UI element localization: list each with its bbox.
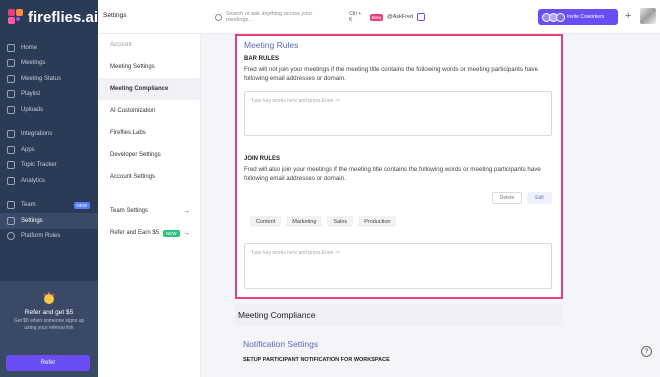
meeting-compliance-header[interactable]: Meeting Compliance — [235, 304, 563, 326]
meeting-rules-title: Meeting Rules — [244, 40, 299, 50]
new-badge: NEW — [163, 229, 180, 237]
nav-label: Meeting Status — [21, 75, 62, 82]
keyword-chip[interactable]: Sales — [327, 216, 354, 227]
arrow-right-icon: → — [183, 229, 190, 237]
nav-item-meetings[interactable]: Meetings — [0, 56, 98, 72]
bar-rules-input[interactable]: Type key words here and press Enter ⏎ — [244, 91, 552, 136]
top-bar: Settings Search or ask anything across y… — [98, 0, 660, 34]
edit-button[interactable]: Edit — [527, 192, 552, 204]
app-name: fireflies.ai — [27, 8, 98, 26]
nav-item-apps[interactable]: Apps — [0, 142, 98, 158]
keyword-chip[interactable]: Content — [250, 216, 282, 227]
refer-button[interactable]: Refer — [6, 355, 90, 371]
new-badge: NEW — [73, 201, 90, 209]
pulse-icon — [7, 74, 15, 83]
nav-label: Apps — [21, 146, 35, 153]
keyword-chip[interactable]: Marketing — [286, 216, 323, 227]
fireflies-logo-icon — [8, 9, 23, 25]
askfred-toggle[interactable] — [417, 13, 425, 21]
refer-label: Refer and Earn $5 — [110, 230, 160, 236]
promo-subtitle: Get $5 when someone signs up using your … — [13, 318, 85, 331]
settings-item-fireflies-labs[interactable]: Fireflies Labs — [98, 122, 200, 144]
gear-icon — [7, 216, 15, 225]
gift-icon — [40, 291, 58, 305]
analytics-icon — [7, 176, 15, 185]
bar-rules-label: BAR RULES — [244, 56, 280, 62]
nav-label: Home — [21, 44, 38, 51]
main-sidebar: fireflies.ai Home Meetings Meeting Statu… — [0, 0, 98, 377]
notification-settings-subtitle: SETUP PARTICIPANT NOTIFICATION FOR WORKS… — [243, 357, 390, 363]
shortcut-hint: Ctrl + K — [349, 11, 362, 23]
settings-item-developer-settings[interactable]: Developer Settings — [98, 144, 200, 166]
nav-label: Playlist — [21, 91, 41, 98]
nav-item-meeting-status[interactable]: Meeting Status — [0, 71, 98, 87]
keyword-chip[interactable]: Production — [358, 216, 397, 227]
nav-item-uploads[interactable]: Uploads — [0, 102, 98, 118]
join-rules-input[interactable]: Type key words here and press Enter ⏎ — [244, 243, 552, 289]
promo-title: Refer and get $5 — [24, 309, 74, 316]
settings-nav-header: Account — [110, 42, 132, 48]
nav-label: Integrations — [21, 131, 53, 138]
arrow-right-icon: → — [183, 207, 190, 215]
meeting-rules-card: Meeting Rules BAR RULES Fred will not jo… — [235, 34, 563, 299]
nav-label: Analytics — [21, 177, 46, 184]
invite-coworkers-button[interactable]: Invite Coworkers — [538, 9, 618, 25]
team-settings-label: Team Settings — [110, 208, 149, 214]
join-rules-description: Fred will also join your meetings if the… — [244, 166, 541, 183]
join-rules-label: JOIN RULES — [244, 156, 281, 162]
delete-button[interactable]: Delete — [492, 192, 522, 204]
app-logo[interactable]: fireflies.ai — [0, 0, 98, 34]
upload-icon — [7, 105, 15, 114]
notification-settings-title: Notification Settings — [243, 339, 319, 349]
search-icon — [215, 13, 222, 21]
main-content: Meeting Rules BAR RULES Fred will not jo… — [201, 34, 660, 377]
nav-label: Uploads — [21, 106, 44, 113]
plus-icon[interactable]: + — [625, 10, 631, 22]
help-icon[interactable]: ? — [641, 346, 652, 357]
nav-label: Team — [21, 202, 36, 209]
settings-nav: Account Meeting Settings Meeting Complia… — [98, 34, 201, 377]
settings-item-meeting-settings[interactable]: Meeting Settings — [98, 56, 200, 78]
video-icon — [7, 59, 15, 68]
settings-item-refer[interactable]: Refer and Earn $5 NEW → — [98, 222, 200, 244]
settings-item-team-settings[interactable]: Team Settings → — [98, 200, 200, 222]
nav-label: Settings — [21, 217, 43, 224]
referral-promo: Refer and get $5 Get $5 when someone sig… — [0, 281, 98, 377]
apps-icon — [7, 145, 15, 154]
info-icon — [7, 232, 15, 241]
team-icon — [7, 201, 15, 210]
nav-item-playlist[interactable]: Playlist — [0, 87, 98, 103]
bar-rules-description: Fred will not join your meetings if the … — [244, 66, 539, 83]
nav-item-topic-tracker[interactable]: Topic Tracker — [0, 158, 98, 174]
nav-item-analytics[interactable]: Analytics — [0, 173, 98, 189]
avatar — [556, 12, 565, 22]
search-placeholder: Search or ask anything across your meeti… — [225, 11, 313, 23]
home-icon — [7, 43, 15, 52]
nav-item-team[interactable]: Team NEW — [0, 198, 98, 214]
join-rules-chips: Content Marketing Sales Production — [250, 216, 397, 227]
hash-icon — [7, 161, 15, 170]
nav-item-home[interactable]: Home — [0, 40, 98, 56]
beta-badge: Beta — [369, 13, 384, 21]
nav-item-platform-rules[interactable]: Platform Rules — [0, 229, 98, 245]
invite-label: Invite Coworkers — [567, 14, 605, 20]
nav-item-integrations[interactable]: Integrations — [0, 127, 98, 143]
nav-item-settings[interactable]: Settings — [0, 213, 98, 229]
nav-list: Home Meetings Meeting Status Playlist Up… — [0, 34, 98, 244]
integrations-icon — [7, 130, 15, 139]
settings-item-account-settings[interactable]: Account Settings — [98, 166, 200, 188]
nav-label: Topic Tracker — [21, 162, 57, 169]
settings-item-ai-customization[interactable]: AI Customization — [98, 100, 200, 122]
user-avatar[interactable] — [640, 8, 656, 24]
search-input[interactable]: Search or ask anything across your meeti… — [215, 9, 425, 25]
page-title: Settings — [103, 12, 127, 19]
settings-item-meeting-compliance[interactable]: Meeting Compliance — [98, 78, 200, 100]
nav-label: Meetings — [21, 60, 46, 67]
playlist-icon — [7, 90, 15, 99]
askfred-label: @AskFred — [387, 14, 414, 20]
nav-label: Platform Rules — [21, 233, 61, 240]
